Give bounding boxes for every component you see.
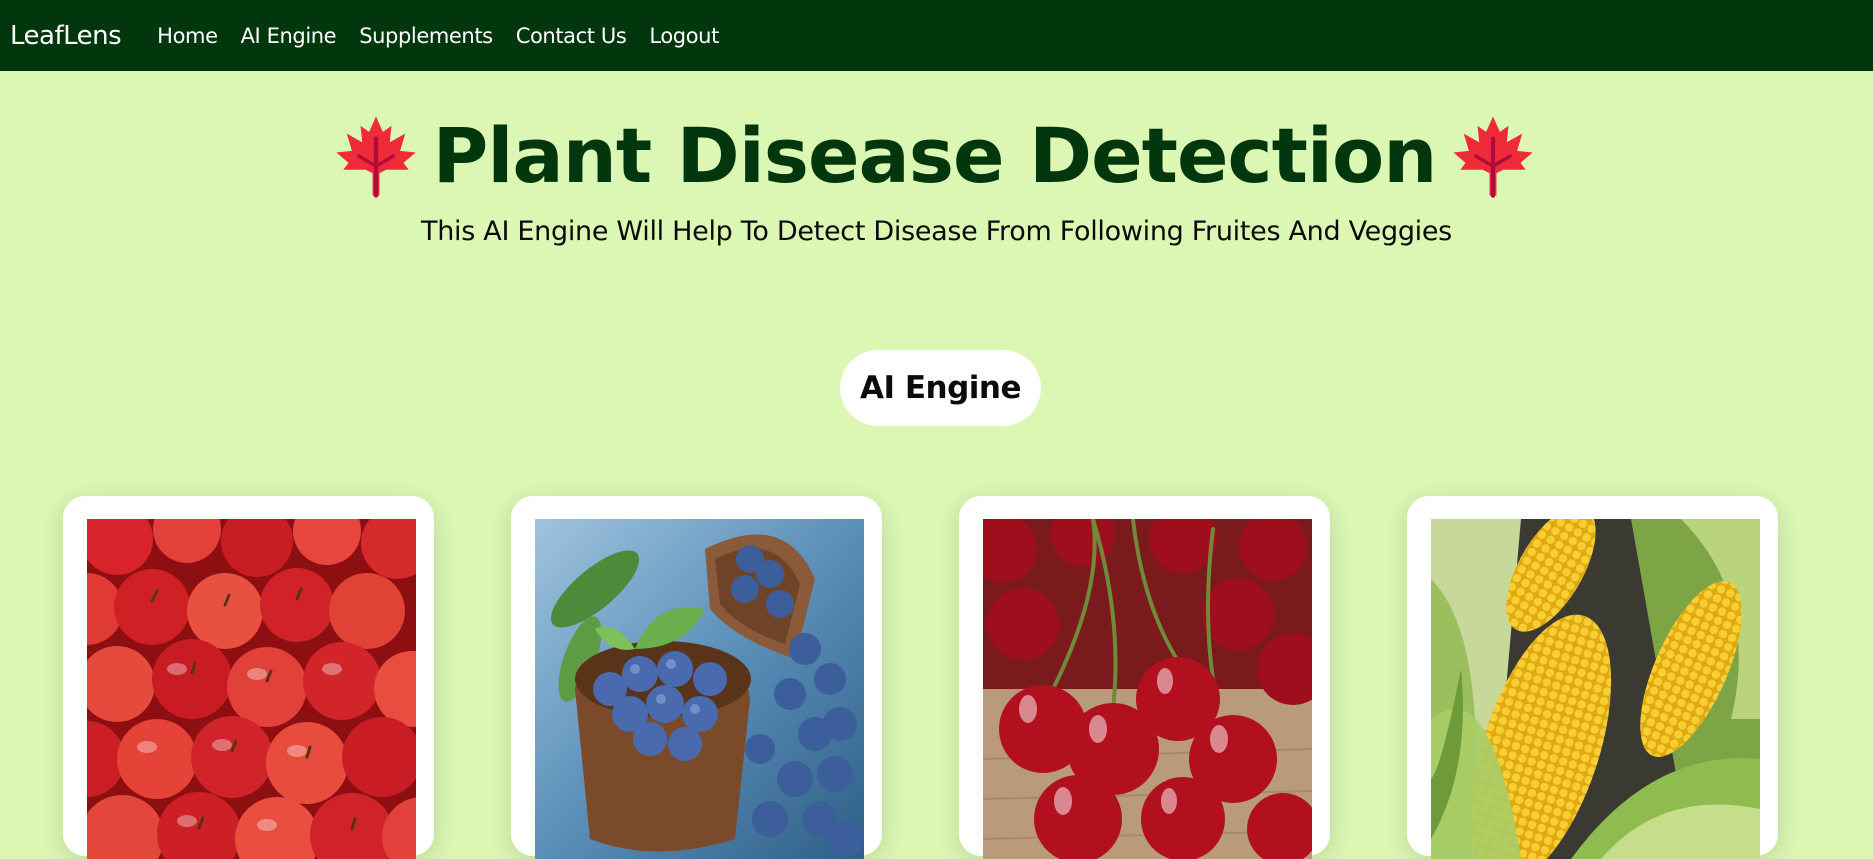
fruit-card-blueberries[interactable] (511, 496, 882, 859)
apples-image (87, 519, 416, 859)
maple-leaf-icon (1453, 116, 1533, 198)
maple-leaf-icon (336, 116, 416, 198)
nav-link-logout[interactable]: Logout (649, 24, 719, 48)
nav-link-ai-engine[interactable]: AI Engine (241, 24, 337, 48)
top-navbar: LeafLens Home AI Engine Supplements Cont… (0, 0, 1873, 71)
ai-engine-button[interactable]: AI Engine (840, 350, 1041, 426)
page-subtitle: This AI Engine Will Help To Detect Disea… (421, 216, 1452, 247)
nav-link-home[interactable]: Home (157, 24, 218, 48)
brand-logo-link[interactable]: LeafLens (10, 21, 122, 51)
nav-link-supplements[interactable]: Supplements (359, 24, 493, 48)
cherries-image (983, 519, 1312, 859)
fruit-card-corn[interactable] (1407, 496, 1778, 859)
fruit-card-apples[interactable] (63, 496, 434, 859)
fruit-card-cherries[interactable] (959, 496, 1330, 859)
page-header: Plant Disease Detection (0, 108, 1871, 204)
page-title: Plant Disease Detection (432, 111, 1438, 200)
nav-link-contact-us[interactable]: Contact Us (516, 24, 627, 48)
blueberries-image (535, 519, 864, 859)
corn-image (1431, 519, 1760, 859)
